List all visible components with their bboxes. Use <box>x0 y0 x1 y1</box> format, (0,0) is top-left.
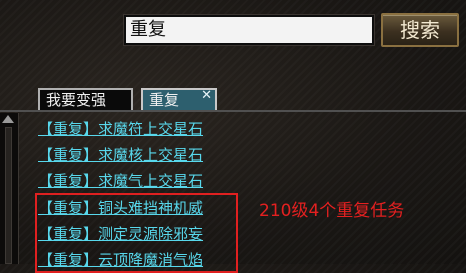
quest-item[interactable]: 【重复】求魔符上交星石 <box>38 118 238 140</box>
quest-item[interactable]: 【重复】求魔气上交星石 <box>38 170 238 192</box>
close-icon[interactable]: ✕ <box>201 89 212 103</box>
panel-divider <box>0 110 466 112</box>
scroll-track[interactable] <box>5 127 12 264</box>
tab-repeat[interactable]: 重复 ✕ <box>141 88 217 110</box>
search-input[interactable]: 重复 <box>124 15 374 45</box>
highlight-box <box>35 193 238 273</box>
quest-item[interactable]: 【重复】求魔核上交星石 <box>38 144 238 166</box>
tab-repeat-label: 重复 <box>149 91 180 109</box>
scrollbar[interactable] <box>0 113 19 264</box>
tab-strengthen[interactable]: 我要变强 <box>38 88 133 110</box>
search-button[interactable]: 搜索 <box>381 13 459 47</box>
annotation-text: 210级4个重复任务 <box>259 201 405 221</box>
tab-strengthen-label: 我要变强 <box>46 91 107 109</box>
scroll-up-icon[interactable] <box>2 115 14 123</box>
